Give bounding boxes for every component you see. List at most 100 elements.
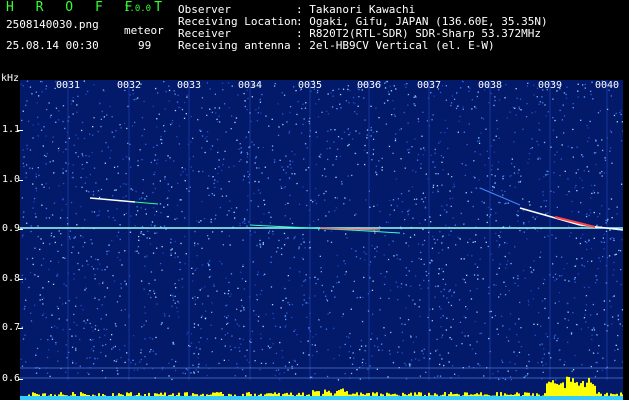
noise-speck [341, 181, 343, 183]
noise-speck [574, 354, 576, 357]
noise-speck [53, 236, 55, 238]
noise-speck [208, 194, 210, 196]
noise-speck [532, 298, 534, 300]
noise-speck [164, 108, 166, 110]
noise-speck [493, 186, 495, 189]
noise-speck [598, 257, 600, 259]
noise-speck [592, 303, 594, 306]
noise-speck [597, 192, 599, 194]
noise-speck [596, 370, 599, 372]
noise-speck [179, 261, 181, 264]
noise-speck [102, 281, 104, 283]
noise-speck [25, 361, 27, 363]
noise-speck [612, 295, 614, 298]
noise-speck [349, 199, 351, 201]
noise-speck [229, 295, 231, 297]
noise-speck [323, 291, 325, 293]
noise-speck [184, 217, 186, 219]
noise-speck [72, 164, 74, 166]
noise-speck [514, 282, 516, 284]
noise-speck [124, 308, 126, 311]
info-key: Receiving antenna [178, 39, 291, 52]
noise-speck [442, 315, 444, 317]
noise-speck [132, 335, 135, 337]
noise-speck [586, 241, 588, 244]
noise-speck [282, 123, 284, 126]
noise-speck [316, 350, 318, 353]
noise-speck [448, 290, 450, 293]
noise-speck [454, 224, 456, 226]
noise-speck [613, 237, 615, 240]
noise-speck [218, 362, 220, 365]
noise-speck [414, 103, 416, 105]
noise-speck [470, 191, 473, 193]
noise-speck [408, 245, 410, 247]
noise-speck [146, 363, 148, 365]
noise-speck [225, 195, 228, 197]
noise-speck [99, 263, 101, 265]
noise-speck [550, 146, 552, 148]
noise-speck [453, 98, 456, 100]
noise-speck [526, 85, 528, 87]
noise-speck [347, 175, 349, 177]
noise-speck [486, 221, 488, 224]
noise-speck [154, 159, 156, 161]
noise-speck [185, 113, 187, 115]
noise-speck [82, 246, 84, 248]
noise-speck [355, 250, 357, 252]
noise-speck [404, 84, 406, 86]
noise-speck [161, 269, 163, 271]
noise-speck [520, 109, 522, 111]
y-tick [18, 180, 23, 181]
noise-speck [100, 351, 102, 354]
noise-speck [580, 237, 582, 239]
noise-speck [68, 300, 70, 302]
noise-speck [537, 287, 540, 289]
noise-speck [591, 192, 593, 195]
noise-speck [114, 189, 116, 191]
noise-speck [88, 155, 90, 157]
noise-speck [62, 120, 64, 123]
noise-speck [387, 99, 389, 102]
noise-speck [150, 349, 152, 351]
noise-speck [111, 334, 113, 336]
noise-speck [446, 204, 448, 206]
noise-speck [334, 197, 336, 199]
noise-speck [119, 295, 121, 297]
noise-speck [307, 340, 309, 342]
noise-speck [590, 90, 592, 92]
noise-speck [60, 233, 62, 235]
noise-speck [77, 137, 79, 140]
noise-speck [262, 146, 264, 149]
noise-speck [552, 129, 555, 131]
noise-speck [201, 287, 203, 289]
noise-speck [543, 353, 546, 355]
noise-speck [570, 333, 573, 335]
noise-speck [479, 332, 481, 335]
noise-speck [49, 116, 52, 118]
noise-speck [412, 169, 414, 172]
noise-speck [200, 316, 203, 319]
noise-speck [58, 185, 60, 187]
noise-speck [254, 284, 256, 286]
noise-speck [431, 260, 433, 262]
noise-speck [528, 360, 530, 363]
noise-speck [473, 175, 475, 178]
noise-speck [302, 186, 304, 188]
noise-speck [539, 344, 541, 346]
noise-speck [577, 90, 579, 92]
noise-speck [196, 255, 198, 257]
noise-speck [70, 201, 73, 204]
noise-speck [270, 256, 272, 258]
noise-speck [111, 131, 113, 133]
noise-speck [327, 93, 329, 95]
noise-speck [463, 316, 465, 318]
noise-speck [463, 223, 465, 225]
noise-speck [477, 91, 479, 93]
noise-speck [95, 258, 97, 260]
noise-speck [303, 118, 305, 120]
noise-speck [536, 140, 538, 143]
noise-speck [586, 213, 588, 215]
noise-speck [336, 108, 338, 110]
noise-speck [285, 155, 287, 157]
